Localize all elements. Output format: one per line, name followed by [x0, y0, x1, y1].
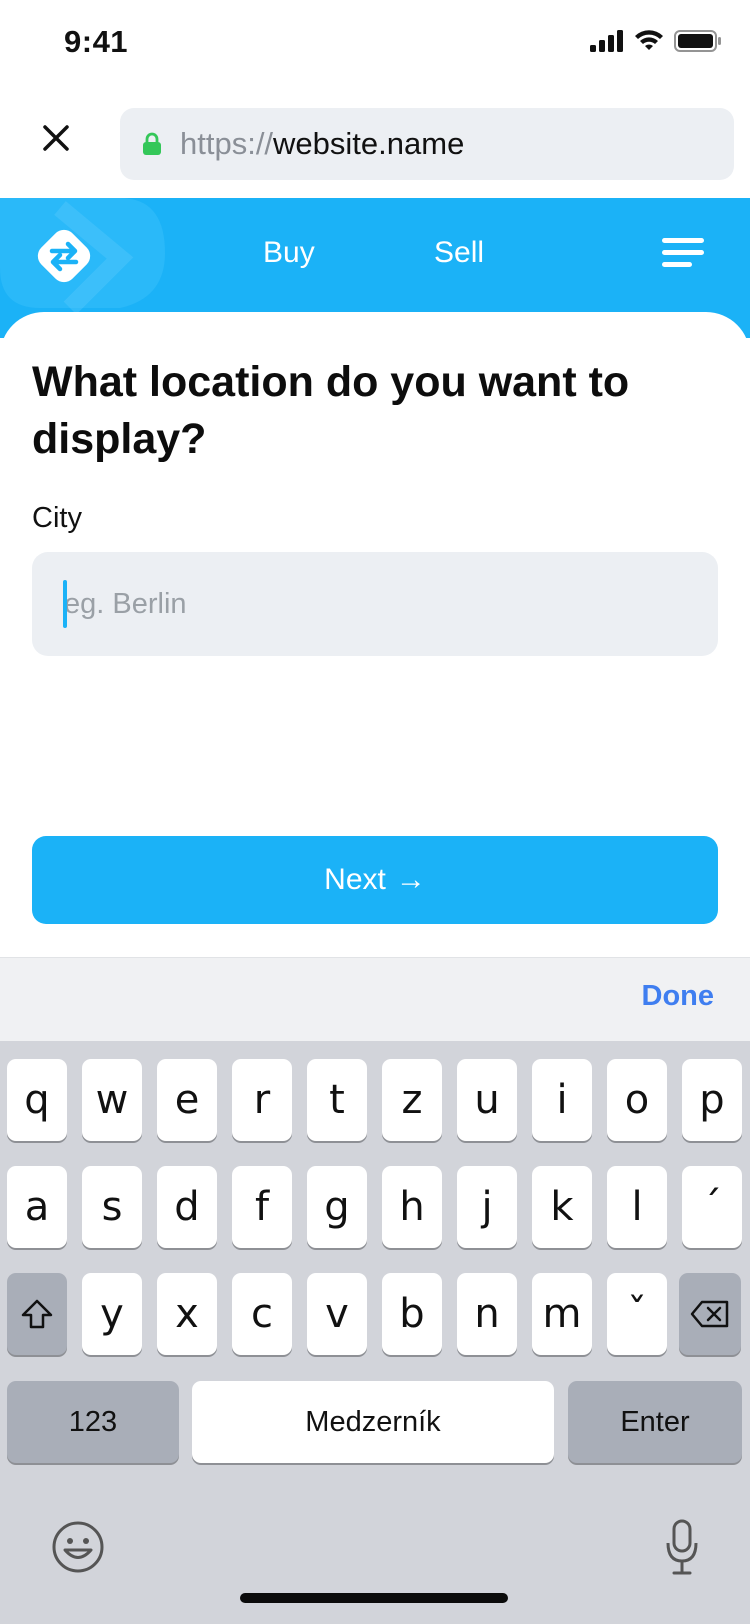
enter-key[interactable]: Enter — [568, 1381, 742, 1463]
key[interactable]: k — [532, 1166, 592, 1248]
microphone-icon[interactable] — [664, 1519, 700, 1577]
key[interactable]: u — [457, 1059, 517, 1141]
numbers-key[interactable]: 123 — [7, 1381, 179, 1463]
browser-bar: https://website.name — [0, 92, 750, 198]
key[interactable]: ´ — [682, 1166, 742, 1248]
home-indicator — [240, 1593, 508, 1603]
backspace-icon — [690, 1300, 729, 1328]
key[interactable]: e — [157, 1059, 217, 1141]
page-title: What location do you want to display? — [32, 358, 630, 463]
keyboard: qwertzuiop a s d f g h j k l ´ yxcvbnmˇ 123 Medze… — [0, 1041, 750, 1624]
close-icon — [43, 125, 69, 151]
status-icons — [590, 30, 722, 52]
arrow-right-icon: → — [395, 863, 426, 896]
hamburger-menu-icon[interactable] — [662, 236, 706, 270]
key[interactable]: j — [457, 1166, 517, 1248]
url-text: https://website.name — [180, 126, 464, 162]
key[interactable]: m — [532, 1273, 592, 1355]
backspace-key[interactable] — [679, 1273, 741, 1355]
address-bar[interactable]: https://website.name — [120, 108, 734, 180]
key[interactable]: o — [607, 1059, 667, 1141]
nav-buy-link[interactable]: Buy — [263, 236, 315, 270]
key[interactable]: s — [82, 1166, 142, 1248]
battery-icon — [674, 30, 721, 52]
key[interactable]: w — [82, 1059, 142, 1141]
shift-icon — [21, 1299, 53, 1329]
city-label: City — [32, 502, 82, 534]
key[interactable]: d — [157, 1166, 217, 1248]
key[interactable]: p — [682, 1059, 742, 1141]
key[interactable]: ˇ — [607, 1273, 667, 1355]
keyboard-toolbar: Done — [0, 957, 750, 1041]
key[interactable]: z — [382, 1059, 442, 1141]
key[interactable]: l — [607, 1166, 667, 1248]
logo-icon[interactable] — [32, 224, 96, 288]
url-scheme: https:// — [180, 126, 274, 161]
close-button[interactable] — [30, 112, 82, 164]
shift-key[interactable] — [7, 1273, 67, 1355]
next-button-label: Next — [324, 863, 386, 896]
next-button[interactable]: Next → — [32, 836, 718, 924]
key[interactable]: n — [457, 1273, 517, 1355]
emoji-icon[interactable] — [50, 1519, 106, 1575]
key[interactable]: g — [307, 1166, 367, 1248]
key[interactable]: c — [232, 1273, 292, 1355]
key[interactable]: f — [232, 1166, 292, 1248]
key[interactable]: h — [382, 1166, 442, 1248]
key[interactable]: a — [7, 1166, 67, 1248]
status-time: 9:41 — [64, 24, 129, 59]
status-bar: 9:41 — [0, 0, 750, 92]
city-input[interactable] — [32, 552, 718, 656]
signal-icon — [590, 30, 623, 52]
key[interactable]: r — [232, 1059, 292, 1141]
lock-icon — [143, 132, 161, 155]
text-caret — [63, 580, 67, 628]
key[interactable]: b — [382, 1273, 442, 1355]
key[interactable]: q — [7, 1059, 67, 1141]
key[interactable]: i — [532, 1059, 592, 1141]
key[interactable]: t — [307, 1059, 367, 1141]
location-form-card: What location do you want to display? Ci… — [0, 312, 750, 957]
done-button[interactable]: Done — [642, 980, 715, 1013]
url-host: website.name — [273, 126, 465, 161]
wifi-icon — [635, 30, 663, 50]
nav-sell-link[interactable]: Sell — [434, 236, 484, 270]
space-key[interactable]: Medzerník — [192, 1381, 554, 1463]
key[interactable]: v — [307, 1273, 367, 1355]
key[interactable]: x — [157, 1273, 217, 1355]
key[interactable]: y — [82, 1273, 142, 1355]
